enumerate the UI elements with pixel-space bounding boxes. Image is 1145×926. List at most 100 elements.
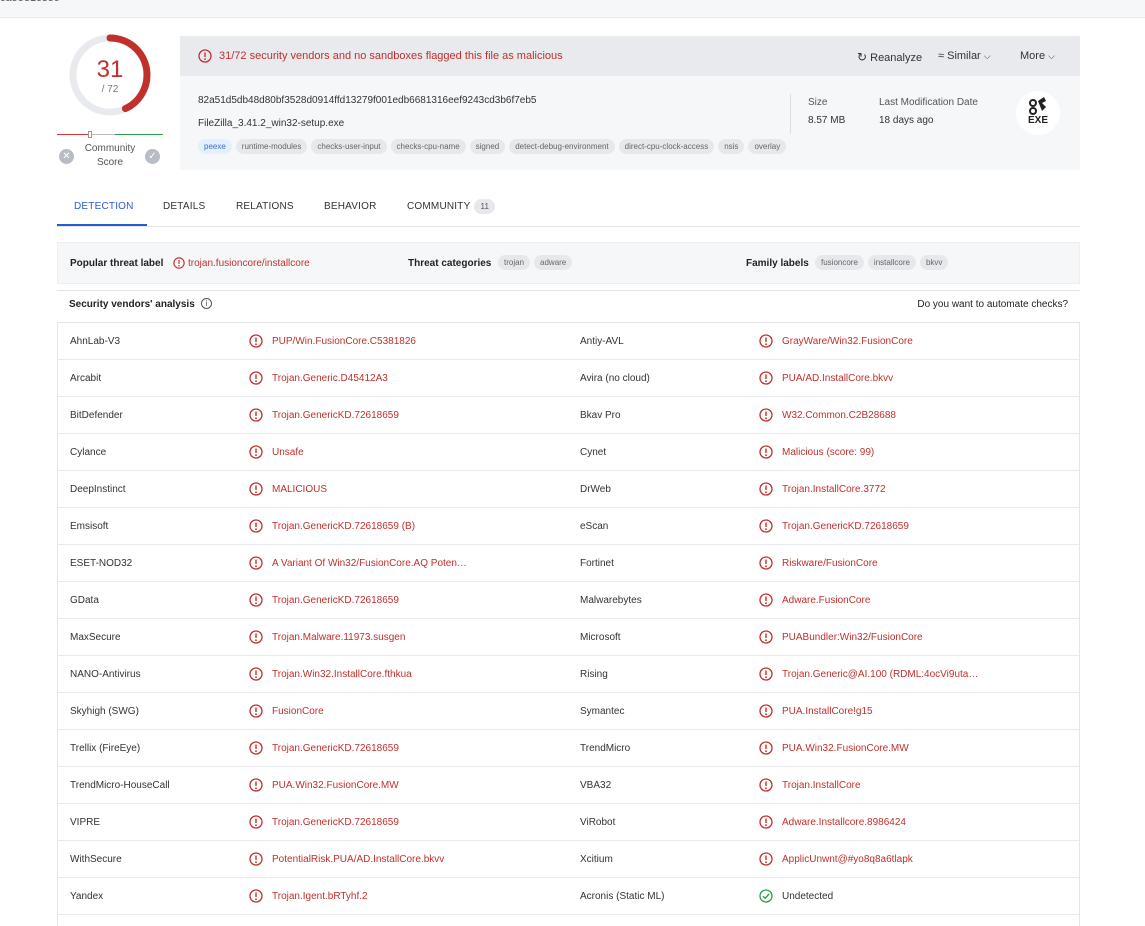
table-row: Cylance Unsafe Cynet Malicious (score: 99) xyxy=(58,434,1079,471)
vendor-result: PotentialRisk.PUA/AD.InstallCore.bkvv xyxy=(272,854,445,865)
malicious-alert-icon xyxy=(759,408,773,425)
active-tab-underline xyxy=(57,224,147,226)
table-row: MaxSecure Trojan.Malware.11973.susgen Micr… xyxy=(58,619,1079,656)
vendor-name: TrendMicro xyxy=(580,743,631,754)
vendor-name: eScan xyxy=(580,521,609,532)
tag[interactable]: peexe xyxy=(198,139,232,154)
vendor-result: GrayWare/Win32.FusionCore xyxy=(782,336,913,347)
community-score-marker xyxy=(88,131,92,138)
vendor-name: NANO-Antivirus xyxy=(70,669,141,680)
vendor-result: ApplicUnwnt@#yo8q8a6tlapk xyxy=(782,854,913,865)
malicious-alert-icon xyxy=(249,815,263,832)
size-value: 8.57 MB xyxy=(808,115,846,126)
vendor-name: AhnLab-V3 xyxy=(70,336,121,347)
family-label-tag[interactable]: fusioncore xyxy=(815,255,864,270)
malicious-alert-icon xyxy=(249,778,263,795)
more-button[interactable]: More ⌵ xyxy=(1020,50,1055,62)
clipped-top-text: ca55e1ce59 xyxy=(0,0,60,4)
file-name: FileZilla_3.41.2_win32-setup.exe xyxy=(198,118,345,129)
table-row xyxy=(58,915,1079,926)
automate-checks-link[interactable]: Do you want to automate checks? xyxy=(917,299,1068,310)
vendor-result: Trojan.Igent.bRTyhf.2 xyxy=(272,891,368,902)
vendor-result: Trojan.Malware.11973.susgen xyxy=(272,632,406,643)
malicious-alert-icon xyxy=(759,852,773,869)
vendor-results-table: AhnLab-V3 PUP/Win.FusionCore.C5381826 Anti… xyxy=(57,322,1080,926)
size-label: Size xyxy=(808,97,828,108)
meta-divider xyxy=(790,94,791,134)
vendor-name: Cynet xyxy=(580,447,607,458)
tab-community[interactable]: COMMUNITY 11 xyxy=(407,199,496,214)
tag[interactable]: checks-cpu-name xyxy=(390,139,466,154)
vendor-result: Adware.FusionCore xyxy=(782,595,871,606)
vendor-name: MaxSecure xyxy=(70,632,121,643)
info-icon[interactable]: i xyxy=(201,298,212,309)
tag[interactable]: detect-debug-environment xyxy=(509,139,615,154)
malicious-alert-icon xyxy=(249,630,263,647)
family-label-tag[interactable]: installcore xyxy=(867,255,916,270)
vendor-name: VBA32 xyxy=(580,780,612,791)
malicious-alert-icon xyxy=(759,445,773,462)
vote-harmless-icon[interactable]: ✓ xyxy=(145,149,160,164)
vendor-result: MALICIOUS xyxy=(272,484,328,495)
vendor-name: Acronis (Static ML) xyxy=(580,891,665,902)
alert-icon xyxy=(198,49,212,63)
malicious-alert-icon xyxy=(249,889,263,906)
tag[interactable]: checks-user-input xyxy=(311,139,387,154)
table-row: ESET-NOD32 A Variant Of Win32/FusionCore.… xyxy=(58,545,1079,582)
vendor-result: Trojan.GenericKD.72618659 xyxy=(272,743,399,754)
popular-threat-label: Popular threat label xyxy=(70,258,164,269)
tag[interactable]: nsis xyxy=(718,139,745,154)
vendor-result: Riskware/FusionCore xyxy=(782,558,878,569)
malicious-alert-icon xyxy=(759,371,773,388)
top-strip: ca55e1ce59 xyxy=(0,0,1145,18)
reanalyze-button[interactable]: ↻ Reanalyze xyxy=(857,50,922,64)
tab-details[interactable]: DETAILS xyxy=(163,201,205,212)
threat-category-tag[interactable]: trojan xyxy=(498,255,531,270)
tag[interactable]: runtime-modules xyxy=(235,139,308,154)
vendor-result: Adware.Installcore.8986424 xyxy=(782,817,906,828)
table-row: GData Trojan.GenericKD.72618659 Malwarebyt… xyxy=(58,582,1079,619)
vendor-result: Trojan.GenericKD.72618659 xyxy=(272,410,399,421)
file-hash[interactable]: 82a51d5db48d80bf3528d0914ffd13279f001edb… xyxy=(198,95,537,106)
family-labels-label: Family labels xyxy=(746,258,809,269)
threat-category-tags: trojan adware xyxy=(498,255,576,270)
vendor-result: PUABundler:Win32/FusionCore xyxy=(782,632,923,643)
table-row: BitDefender Trojan.GenericKD.72618659 Bkav… xyxy=(58,397,1079,434)
vendor-name: Microsoft xyxy=(580,632,621,643)
malicious-alert-icon xyxy=(249,334,263,351)
tag[interactable]: signed xyxy=(469,139,506,154)
tab-community-label: COMMUNITY xyxy=(407,201,471,213)
vendor-name: Rising xyxy=(580,669,608,680)
vendor-name: ViRobot xyxy=(580,817,616,828)
file-tags: peexe runtime-modules checks-user-input che… xyxy=(198,139,790,155)
table-row: Trellix (FireEye) Trojan.GenericKD.726186… xyxy=(58,730,1079,767)
tag[interactable]: direct-cpu-clock-access xyxy=(618,139,715,154)
similar-label: Similar xyxy=(947,50,981,62)
vote-harmful-icon[interactable]: ✕ xyxy=(59,149,74,164)
similar-button[interactable]: ≈ Similar ⌵ xyxy=(938,50,991,62)
tab-detection[interactable]: DETECTION xyxy=(74,201,134,212)
tag[interactable]: overlay xyxy=(748,139,787,154)
threat-summary-bar: Popular threat label trojan.fusioncore/i… xyxy=(57,242,1080,284)
reanalyze-icon: ↻ xyxy=(857,50,868,64)
vendor-result: PUA.Win32.FusionCore.MW xyxy=(272,780,399,791)
popular-threat-value[interactable]: trojan.fusioncore/installcore xyxy=(188,258,310,269)
vendor-name: Xcitium xyxy=(580,854,613,865)
chevron-down-icon: ⌵ xyxy=(983,51,991,61)
vendor-result: Trojan.GenericKD.72618659 xyxy=(272,817,399,828)
tab-behavior[interactable]: BEHAVIOR xyxy=(324,201,377,212)
malicious-alert-icon xyxy=(759,704,773,721)
file-type-label: EXE xyxy=(1027,115,1048,126)
vendor-name: WithSecure xyxy=(70,854,122,865)
file-type-badge: EXE xyxy=(1016,91,1060,135)
family-label-tag[interactable]: bkvv xyxy=(919,255,949,270)
threat-categories-label: Threat categories xyxy=(408,258,492,269)
table-row: NANO-Antivirus Trojan.Win32.InstallCore.f… xyxy=(58,656,1079,693)
vendors-section-title: Security vendors' analysis xyxy=(69,299,195,310)
vendor-name: Fortinet xyxy=(580,558,614,569)
tab-relations[interactable]: RELATIONS xyxy=(236,201,294,212)
vendor-name: Avira (no cloud) xyxy=(580,373,650,384)
threat-category-tag[interactable]: adware xyxy=(534,255,573,270)
vendor-result: Trojan.GenericKD.72618659 xyxy=(782,521,909,532)
table-row: Yandex Trojan.Igent.bRTyhf.2 Acronis (Stat… xyxy=(58,878,1079,915)
